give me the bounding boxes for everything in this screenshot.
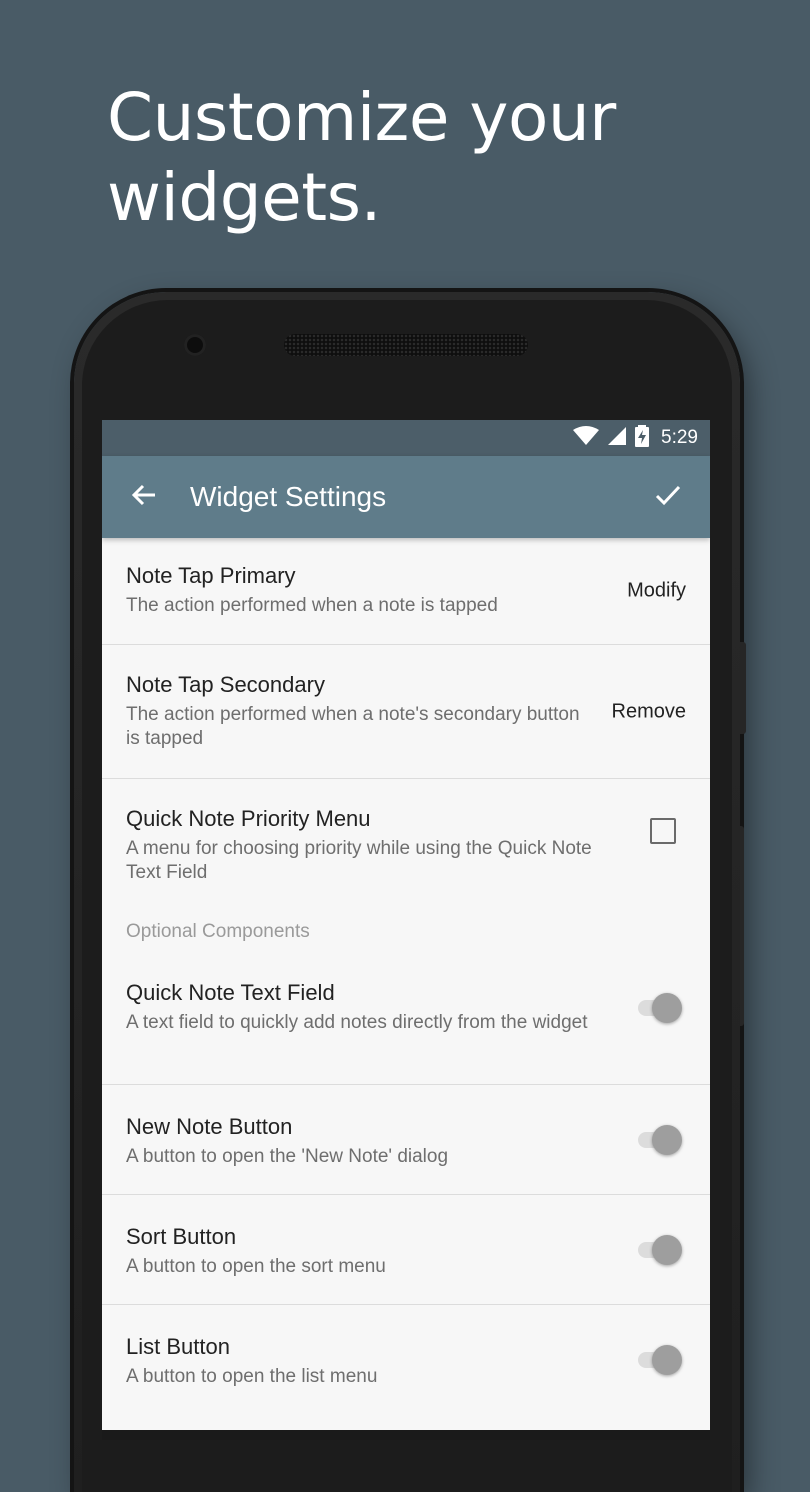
- setting-list-button[interactable]: List Button A button to open the list me…: [102, 1305, 710, 1415]
- quick-note-text-field-toggle[interactable]: [636, 992, 682, 1024]
- toggle-thumb: [652, 1345, 682, 1375]
- phone-power-button: [740, 642, 746, 734]
- cell-signal-icon: [607, 426, 627, 451]
- headline: Customize your widgets.: [107, 78, 727, 238]
- modify-button[interactable]: Modify: [627, 580, 686, 603]
- setting-subtitle: The action performed when a note is tapp…: [126, 595, 498, 616]
- setting-title: Quick Note Text Field: [126, 980, 335, 1005]
- setting-quick-note-priority-menu[interactable]: Quick Note Priority Menu A menu for choo…: [102, 779, 710, 909]
- app-bar: Widget Settings: [102, 456, 710, 538]
- remove-button[interactable]: Remove: [612, 700, 686, 723]
- setting-title: Sort Button: [126, 1224, 237, 1249]
- page-title: Widget Settings: [190, 481, 387, 512]
- toggle-thumb: [652, 992, 682, 1023]
- setting-new-note-button[interactable]: New Note Button A button to open the 'Ne…: [102, 1085, 710, 1195]
- toggle-thumb: [652, 1234, 682, 1265]
- headline-line-1: Customize your: [107, 79, 616, 156]
- setting-subtitle: The action performed when a note's secon…: [126, 704, 580, 749]
- wifi-icon: [573, 425, 600, 451]
- setting-subtitle: A button to open the list menu: [126, 1366, 378, 1387]
- save-button[interactable]: [626, 481, 710, 514]
- check-icon: [654, 481, 682, 514]
- front-camera: [184, 334, 206, 356]
- setting-subtitle: A text field to quickly add notes direct…: [126, 1012, 588, 1033]
- list-button-toggle[interactable]: [636, 1344, 682, 1376]
- battery-charging-icon: [635, 424, 650, 452]
- setting-title: Note Tap Secondary: [126, 672, 325, 697]
- toggle-thumb: [652, 1124, 682, 1155]
- setting-subtitle: A menu for choosing priority while using…: [126, 838, 592, 883]
- screen-bottom-edge: [102, 1430, 710, 1440]
- setting-title: List Button: [126, 1334, 230, 1359]
- setting-sort-button[interactable]: Sort Button A button to open the sort me…: [102, 1195, 710, 1305]
- phone-screen: 5:29 Widget Settings Note Tap Primary Th…: [102, 420, 710, 1440]
- setting-title: Quick Note Priority Menu: [126, 806, 371, 831]
- headline-line-2: widgets.: [107, 159, 381, 236]
- clock: 5:29: [661, 427, 698, 448]
- new-note-button-toggle[interactable]: [636, 1124, 682, 1156]
- setting-note-tap-secondary[interactable]: Note Tap Secondary The action performed …: [102, 645, 710, 779]
- priority-menu-checkbox[interactable]: [650, 818, 676, 844]
- sort-button-toggle[interactable]: [636, 1234, 682, 1266]
- setting-note-tap-primary[interactable]: Note Tap Primary The action performed wh…: [102, 538, 710, 645]
- back-button[interactable]: [102, 481, 186, 514]
- setting-quick-note-text-field[interactable]: Quick Note Text Field A text field to qu…: [102, 955, 710, 1085]
- setting-subtitle: A button to open the 'New Note' dialog: [126, 1146, 449, 1167]
- setting-title: Note Tap Primary: [126, 563, 296, 588]
- phone-volume-button: [740, 826, 744, 1026]
- setting-title: New Note Button: [126, 1114, 293, 1139]
- status-bar: 5:29: [102, 420, 710, 456]
- setting-subtitle: A button to open the sort menu: [126, 1256, 386, 1277]
- earpiece-speaker: [284, 334, 528, 356]
- section-header-optional-components: Optional Components: [126, 921, 310, 942]
- arrow-back-icon: [130, 481, 158, 514]
